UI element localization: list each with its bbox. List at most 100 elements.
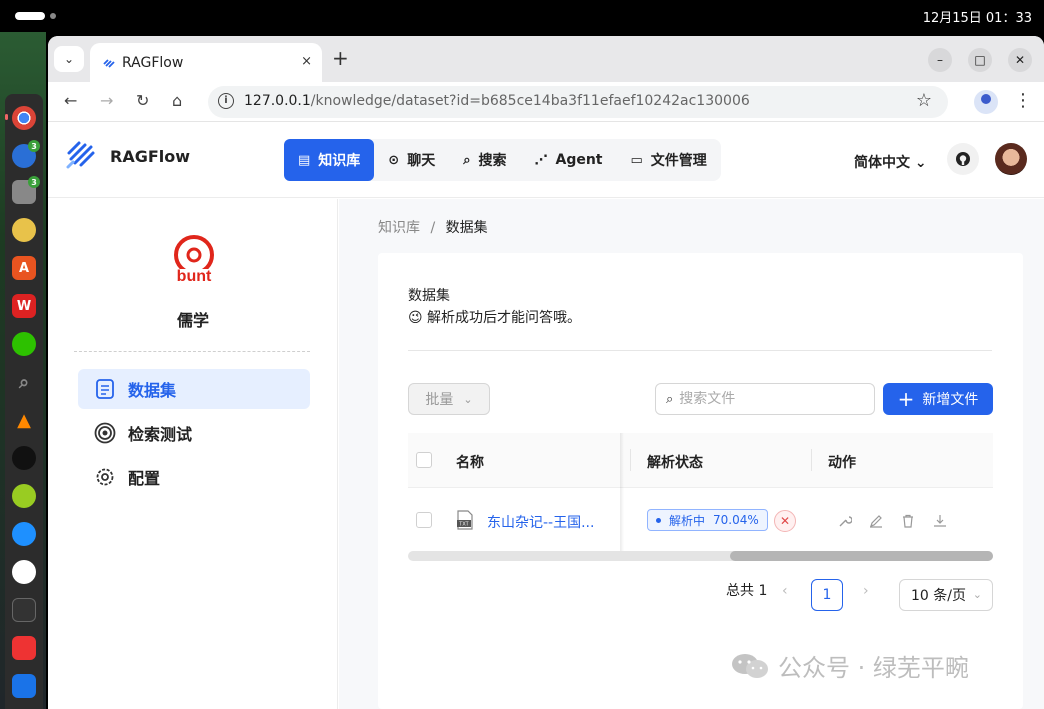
tab-search-button[interactable]: ⌄: [54, 46, 84, 72]
txt-file-icon: TXT: [457, 510, 473, 530]
agent-icon: ⋰: [534, 152, 548, 168]
app-center-icon[interactable]: A: [12, 256, 36, 280]
download-icon[interactable]: [933, 514, 947, 528]
next-page-icon[interactable]: ›: [863, 583, 869, 599]
home-icon[interactable]: ⌂: [172, 91, 182, 110]
page-title: 数据集: [408, 288, 450, 304]
sidebar-item-label: 数据集: [128, 381, 177, 400]
chevron-down-icon: ⌄: [463, 392, 473, 406]
app-icon-red[interactable]: [12, 636, 36, 660]
search-input[interactable]: [679, 391, 860, 407]
nav-chat[interactable]: ⊙ 聊天: [374, 139, 449, 181]
sidebar-item-retrieval-test[interactable]: 检索测试: [78, 413, 310, 453]
clock[interactable]: 12月15日 01：33: [923, 7, 1032, 26]
app-icon-green[interactable]: [12, 484, 36, 508]
brand-name[interactable]: RAGFlow: [110, 147, 190, 166]
search-app-icon[interactable]: ⌕: [12, 370, 36, 394]
browser-window: ⌄ RAGFlow × + – □ ✕ ← → ↻ ⌂ i 127.0.0.1/…: [48, 36, 1044, 709]
sidebar-item-dataset[interactable]: 数据集: [78, 369, 310, 409]
chevron-down-icon: ⌄: [972, 588, 982, 601]
nav-label: 文件管理: [650, 153, 707, 169]
column-separator: [630, 449, 631, 471]
language-select[interactable]: 简体中文 ⌄: [854, 152, 927, 172]
sidebar-item-config[interactable]: 配置: [78, 457, 310, 497]
chrome-icon[interactable]: [12, 106, 36, 130]
site-info-icon[interactable]: i: [218, 93, 234, 109]
browser-menu-icon[interactable]: ⋮: [1014, 90, 1032, 111]
page-size-select[interactable]: 10 条/页 ⌄: [899, 579, 993, 611]
url-text[interactable]: 127.0.0.1/knowledge/dataset?id=b685ce14b…: [244, 93, 750, 109]
nav-search[interactable]: ⌕ 搜索: [449, 139, 520, 181]
reload-icon[interactable]: ↻: [136, 91, 149, 110]
app-icon-white[interactable]: [12, 560, 36, 584]
parse-status-badge[interactable]: 解析中 70.04%: [647, 509, 768, 531]
tab-close-icon[interactable]: ×: [301, 54, 312, 69]
wps-icon[interactable]: W: [12, 294, 36, 318]
wrench-icon[interactable]: [838, 514, 852, 528]
new-tab-button[interactable]: +: [332, 48, 349, 68]
thunderbird-icon[interactable]: 3: [12, 140, 40, 168]
select-all-checkbox[interactable]: [416, 452, 432, 468]
table-row: TXT 东山杂记--王国... 解析中 70.04% ✕: [408, 489, 993, 551]
bulk-button[interactable]: 批量 ⌄: [408, 383, 490, 415]
bookmark-star-icon[interactable]: ☆: [916, 90, 932, 111]
minimize-button[interactable]: –: [928, 48, 952, 72]
gear-icon: [94, 466, 116, 488]
back-icon[interactable]: ←: [64, 91, 77, 110]
workspace-indicator[interactable]: [15, 12, 45, 20]
close-window-button[interactable]: ✕: [1008, 48, 1032, 72]
row-checkbox[interactable]: [416, 512, 432, 528]
breadcrumb-root[interactable]: 知识库: [378, 220, 420, 236]
header-name[interactable]: 名称: [456, 452, 484, 472]
watermark: 公众号 · 绿芜平畹: [730, 648, 969, 683]
user-avatar[interactable]: [995, 143, 1027, 175]
cancel-parse-button[interactable]: ✕: [774, 510, 796, 532]
browser-tab[interactable]: RAGFlow ×: [90, 43, 322, 82]
knowledge-base-name: 儒学: [176, 311, 209, 330]
status-text: 解析中: [669, 513, 706, 528]
main-content: 知识库 / 数据集 数据集 😉 解析成功后才能问答哦。 批量 ⌄ ⌕ +: [339, 199, 1044, 709]
forward-icon[interactable]: →: [100, 91, 113, 110]
scrollbar-thumb[interactable]: [730, 551, 993, 561]
nav-file-management[interactable]: ▭ 文件管理: [617, 139, 721, 181]
maximize-button[interactable]: □: [968, 48, 992, 72]
search-icon: ⌕: [666, 391, 674, 407]
header-action: 动作: [828, 455, 856, 471]
nav-label: Agent: [555, 152, 603, 168]
file-search[interactable]: ⌕: [655, 383, 875, 415]
profile-icon[interactable]: [974, 90, 998, 114]
chat-icon: ⊙: [388, 152, 400, 168]
status-dot: [656, 517, 661, 523]
search-icon: ⌕: [463, 152, 471, 168]
plus-icon: +: [897, 387, 915, 411]
ragflow-favicon-icon: [103, 59, 115, 68]
page-number-button[interactable]: 1: [811, 579, 843, 611]
address-bar[interactable]: i 127.0.0.1/knowledge/dataset?id=b685ce1…: [208, 86, 948, 118]
add-file-label: 新增文件: [922, 392, 979, 408]
nav-agent[interactable]: ⋰ Agent: [520, 139, 616, 181]
add-file-button[interactable]: + 新增文件: [883, 383, 993, 415]
nav-label: 知识库: [318, 153, 361, 169]
wechat-icon[interactable]: [12, 332, 36, 356]
tab-strip: ⌄ RAGFlow × + – □ ✕: [48, 36, 1044, 82]
telegram-icon[interactable]: [12, 522, 36, 546]
browser-toolbar: ← → ↻ ⌂ i 127.0.0.1/knowledge/dataset?id…: [48, 82, 1044, 122]
header-status[interactable]: 解析状态: [647, 452, 703, 472]
edit-icon[interactable]: [869, 514, 883, 528]
github-button[interactable]: [947, 143, 979, 175]
terminal-icon[interactable]: [12, 598, 36, 622]
ragflow-logo-icon[interactable]: [65, 137, 99, 171]
delete-icon[interactable]: [901, 514, 915, 528]
file-name-link[interactable]: 东山杂记--王国...: [487, 512, 594, 532]
prev-page-icon[interactable]: ‹: [782, 583, 788, 599]
svg-text:TXT: TXT: [459, 522, 468, 528]
files-icon[interactable]: 3: [12, 176, 40, 204]
dataset-card: 数据集 😉 解析成功后才能问答哦。 批量 ⌄ ⌕ + 新增文件: [378, 253, 1023, 709]
file-table: 名称 解析状态 动作 TXT 东山杂记--王国... 解析中 70.04% ✕: [408, 433, 993, 563]
workspace-dot[interactable]: [50, 13, 56, 19]
rhythmbox-icon[interactable]: [12, 218, 36, 242]
vlc-icon[interactable]: ▲: [12, 408, 36, 432]
nav-knowledge-base[interactable]: ▤ 知识库: [284, 139, 375, 181]
qq-icon[interactable]: [12, 446, 36, 470]
app-icon-blue[interactable]: [12, 674, 36, 698]
